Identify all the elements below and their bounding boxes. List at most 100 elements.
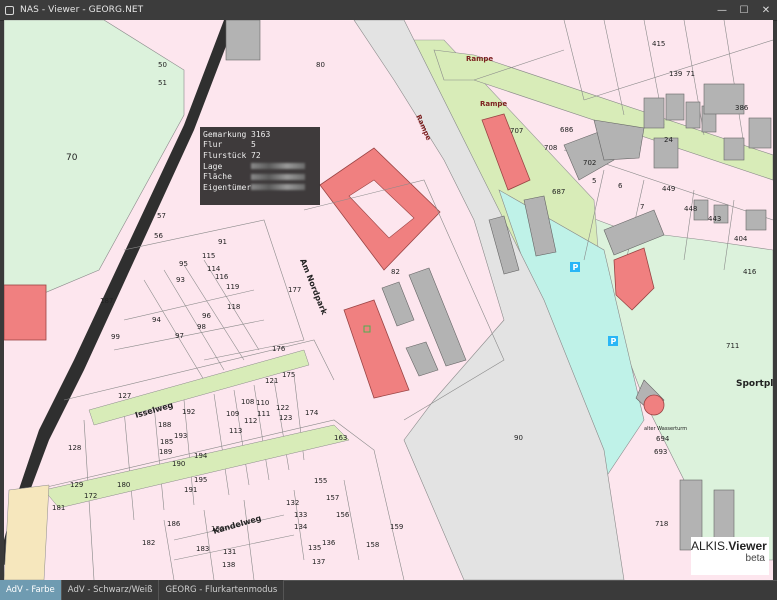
parcel-number: 157	[326, 494, 339, 502]
parcel-number: 122	[276, 404, 289, 412]
parcel-number: 174	[305, 409, 319, 417]
parcel-number: 175	[282, 371, 295, 379]
parcel-number: 127	[118, 392, 131, 400]
parcel-number: 82	[391, 268, 400, 276]
parcel-number: 118	[227, 303, 240, 311]
parcel-number: 194	[194, 452, 208, 460]
brand-name: ALKIS.	[691, 539, 729, 553]
style-tabs: AdV - Farbe AdV - Schwarz/Weiß GEORG - F…	[0, 580, 777, 600]
parcel-number: 191	[184, 486, 197, 494]
parcel-number: 91	[218, 238, 227, 246]
label-sportplatz: Sportplat	[736, 379, 773, 389]
parcel-number: 190	[172, 460, 185, 468]
parcel-number: 195	[194, 476, 207, 484]
parcel-number: 448	[684, 205, 697, 213]
cadastral-map[interactable]: P P Isselweg Kandelweg Am Nordpark Rampe…	[4, 20, 773, 580]
parcel-number: 95	[179, 260, 188, 268]
parcel-number: 158	[366, 541, 379, 549]
parcel-number: 56	[154, 232, 163, 240]
parcel-number: 133	[294, 511, 307, 519]
popup-value: 72	[251, 150, 261, 160]
parcel-number: 693	[654, 448, 667, 456]
path-south-west	[4, 484, 50, 580]
parcel-number: 129	[70, 481, 83, 489]
parcel-number: 90	[514, 434, 523, 442]
parcel-number: 110	[256, 399, 269, 407]
popup-row: Flurstück 72	[203, 150, 317, 161]
parcel-number: 181	[52, 504, 65, 512]
tab-adv-farbe[interactable]: AdV - Farbe	[0, 580, 62, 600]
parcel-number: 114	[207, 265, 221, 273]
parcel-number: 192	[182, 408, 195, 416]
parcel-number: 156	[336, 511, 350, 519]
building-red-west	[4, 284, 47, 341]
popup-value: 5	[251, 140, 256, 150]
parcel-number: 111	[257, 410, 270, 418]
parcel-number: 123	[279, 414, 292, 422]
popup-key: Gemarkung	[203, 129, 247, 139]
label-wasserturm: alter Wasserturm	[644, 426, 687, 432]
parcel-number: 119	[226, 283, 239, 291]
parcel-number: 139	[669, 70, 682, 78]
parcel-number: 172	[84, 492, 97, 500]
parcel-number: 94	[152, 316, 161, 324]
parcel-number: 415	[652, 40, 665, 48]
parcel-number: 163	[334, 434, 347, 442]
parcel-number: 121	[265, 377, 278, 385]
parcel-number: 694	[656, 435, 670, 443]
parcel-number: 708	[544, 144, 557, 152]
parcel-number: 24	[664, 136, 673, 144]
parcel-number: 70	[66, 153, 78, 163]
title-bar: NAS - Viewer - GEORG.NET — ☐ ✕	[0, 0, 777, 21]
parcel-number: 108	[241, 398, 254, 406]
parcel-number: 180	[117, 481, 130, 489]
parcel-number: 187	[100, 297, 113, 305]
popup-row: Flur 5	[203, 140, 317, 151]
parcel-number: 113	[229, 427, 242, 435]
redacted-value	[251, 184, 305, 191]
parcel-number: 6	[618, 182, 623, 190]
parcel-number: 159	[390, 523, 403, 531]
parcel-number: 137	[312, 558, 325, 566]
parcel-number: 138	[222, 561, 235, 569]
parcel-number: 136	[322, 539, 336, 547]
maximize-button[interactable]: ☐	[733, 0, 755, 20]
tab-adv-schwarz-weiss[interactable]: AdV - Schwarz/Weiß	[62, 580, 160, 600]
popup-row: Eigentümer	[203, 182, 317, 193]
tab-georg-flurkartenmodus[interactable]: GEORG - Flurkartenmodus	[159, 580, 285, 600]
redacted-value	[251, 173, 305, 180]
minimize-button[interactable]: —	[711, 0, 733, 20]
parcel-number: 98	[197, 323, 206, 331]
popup-key: Flurstück	[203, 150, 247, 160]
parcel-number: 97	[175, 332, 184, 340]
app-icon	[5, 5, 14, 15]
brand-sub: beta	[745, 553, 765, 564]
parcel-number: 7	[640, 203, 644, 211]
parcel-number: 5	[592, 177, 596, 185]
close-button[interactable]: ✕	[755, 0, 777, 20]
parcel-number: 57	[157, 212, 166, 220]
parcel-number: 183	[196, 545, 209, 553]
parcel-number: 193	[174, 432, 187, 440]
parcel-number: 687	[552, 188, 565, 196]
building-grey-north	[225, 20, 261, 61]
parcel-number: 109	[226, 410, 239, 418]
parcel-number: 116	[215, 273, 229, 281]
parcel-number: 416	[743, 268, 757, 276]
street-label-rampe: Rampe	[466, 55, 493, 63]
parcel-number: 189	[159, 448, 172, 456]
popup-key: Eigentümer	[203, 182, 252, 192]
map-viewport[interactable]: P P Isselweg Kandelweg Am Nordpark Rampe…	[4, 20, 773, 580]
parcel-number: 96	[202, 312, 211, 320]
svg-text:P: P	[573, 263, 579, 272]
redacted-value	[251, 163, 305, 170]
parcel-number: 115	[202, 252, 215, 260]
parcel-number: 686	[560, 126, 574, 134]
parcel-number: 182	[142, 539, 155, 547]
parcel-number: 51	[158, 79, 167, 87]
popup-key: Flur	[203, 140, 223, 150]
parcel-number: 449	[662, 185, 675, 193]
parcel-number: 134	[294, 523, 308, 531]
parcel-number: 112	[244, 417, 257, 425]
parcel-number: 130	[211, 525, 224, 533]
